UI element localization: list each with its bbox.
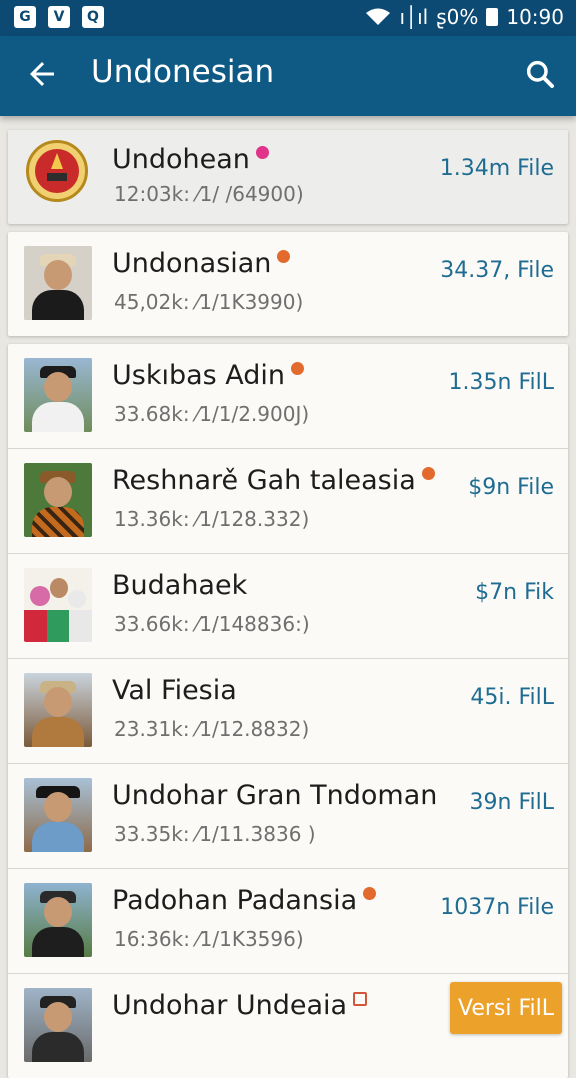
item-size: 39n FilL — [469, 790, 554, 815]
new-badge-icon — [255, 146, 269, 159]
search-icon[interactable] — [524, 58, 556, 90]
emblem-avatar — [26, 140, 88, 202]
item-size: 45i. FilL — [470, 685, 554, 710]
item-subtitle: 16:36k: ⁄1/1K3596) — [114, 927, 304, 951]
item-title: Padohan Padansia — [112, 885, 377, 916]
list-item[interactable]: Uskıbas Adin 33.68k: ⁄1/1/2.900J) 1.35n … — [8, 344, 568, 449]
app-bar: Undonesian — [0, 36, 576, 116]
list-card: Undohean 12:03k: ⁄1/ /64900) 1.34m File — [8, 130, 568, 224]
person-avatar — [24, 883, 92, 957]
new-badge-icon — [363, 887, 377, 900]
item-title: Undohean — [112, 144, 269, 175]
item-subtitle: 23.31k: ⁄1/12.8832) — [114, 717, 310, 741]
video-notification-icon: V — [48, 6, 70, 28]
item-size: $9n File — [468, 475, 554, 500]
new-badge-icon — [291, 362, 305, 375]
item-subtitle: 45,02k: ⁄1/1K3990) — [114, 290, 304, 314]
status-bar: G V Q ı│ıl ʂ0% 10:90 — [0, 0, 576, 36]
list-card: Uskıbas Adin 33.68k: ⁄1/1/2.900J) 1.35n … — [8, 344, 568, 1078]
emblem-icon — [35, 149, 79, 193]
list-item[interactable]: Val Fiesia 23.31k: ⁄1/12.8832) 45i. FilL — [8, 659, 568, 764]
list-card: Undonasian 45,02k: ⁄1/1K3990) 34.37, Fil… — [8, 232, 568, 336]
item-title: Undohar Undeaia — [112, 990, 368, 1021]
battery-icon — [486, 8, 499, 26]
notification-icons: G V Q — [14, 6, 104, 28]
list-item[interactable]: Reshnarě Gah taleasia 13.36k: ⁄1/128.332… — [8, 449, 568, 554]
page-title: Undonesian — [91, 54, 275, 90]
wifi-icon — [366, 8, 391, 25]
list-item[interactable]: Undonasian 45,02k: ⁄1/1K3990) 34.37, Fil… — [8, 232, 568, 336]
item-size: $7n Fik — [475, 580, 554, 605]
gallery-notification-icon: G — [14, 6, 36, 28]
new-badge-icon — [277, 250, 291, 263]
back-arrow-icon[interactable] — [24, 56, 60, 92]
person-avatar — [24, 358, 92, 432]
item-title: Undonasian — [112, 248, 291, 279]
new-badge-icon — [421, 467, 435, 480]
file-list: Undohean 12:03k: ⁄1/ /64900) 1.34m File … — [8, 130, 568, 1078]
item-title: Uskıbas Adin — [112, 360, 305, 391]
clock: 10:90 — [506, 5, 564, 29]
person-avatar — [24, 988, 92, 1062]
item-subtitle: 13.36k: ⁄1/128.332) — [114, 507, 310, 531]
status-right: ı│ıl ʂ0% 10:90 — [365, 5, 564, 29]
item-size: 1.35n FilL — [448, 370, 554, 395]
battery-percent: ʂ0% — [436, 5, 479, 29]
signal-icon: ı│ıl — [399, 5, 429, 29]
item-subtitle: 33.35k: ⁄1/11.3836 ) — [114, 822, 316, 846]
group-avatar — [24, 568, 92, 642]
item-size: 1.34m File — [439, 156, 554, 181]
item-subtitle: 12:03k: ⁄1/ /64900) — [114, 182, 304, 206]
list-item[interactable]: Budahaek 33.66k: ⁄1/148836:) $7n Fik — [8, 554, 568, 659]
person-avatar — [24, 246, 92, 320]
person-avatar — [24, 673, 92, 747]
list-item[interactable]: Undohean 12:03k: ⁄1/ /64900) 1.34m File — [8, 130, 568, 224]
item-title: Reshnarě Gah taleasia — [112, 465, 435, 496]
list-item[interactable]: Padohan Padansia 16:36k: ⁄1/1K3596) 1037… — [8, 869, 568, 974]
person-avatar — [24, 463, 92, 537]
person-avatar — [24, 778, 92, 852]
item-subtitle: 33.66k: ⁄1/148836:) — [114, 612, 310, 636]
version-file-button[interactable]: Versi FilL — [450, 982, 562, 1034]
external-link-icon — [353, 992, 368, 1006]
item-title: Undohar Gran Tndoman — [112, 780, 438, 811]
list-item[interactable]: Undohar Gran Tndoman 33.35k: ⁄1/11.3836 … — [8, 764, 568, 869]
item-subtitle: 33.68k: ⁄1/1/2.900J) — [114, 402, 310, 426]
item-size: 34.37, File — [440, 258, 554, 283]
item-size: 1037n File — [440, 895, 554, 920]
list-item[interactable]: Undohar Undeaia Versi FilL — [8, 974, 568, 1078]
item-title: Budahaek — [112, 570, 248, 601]
app-notification-icon: Q — [82, 6, 104, 28]
item-title: Val Fiesia — [112, 675, 237, 706]
